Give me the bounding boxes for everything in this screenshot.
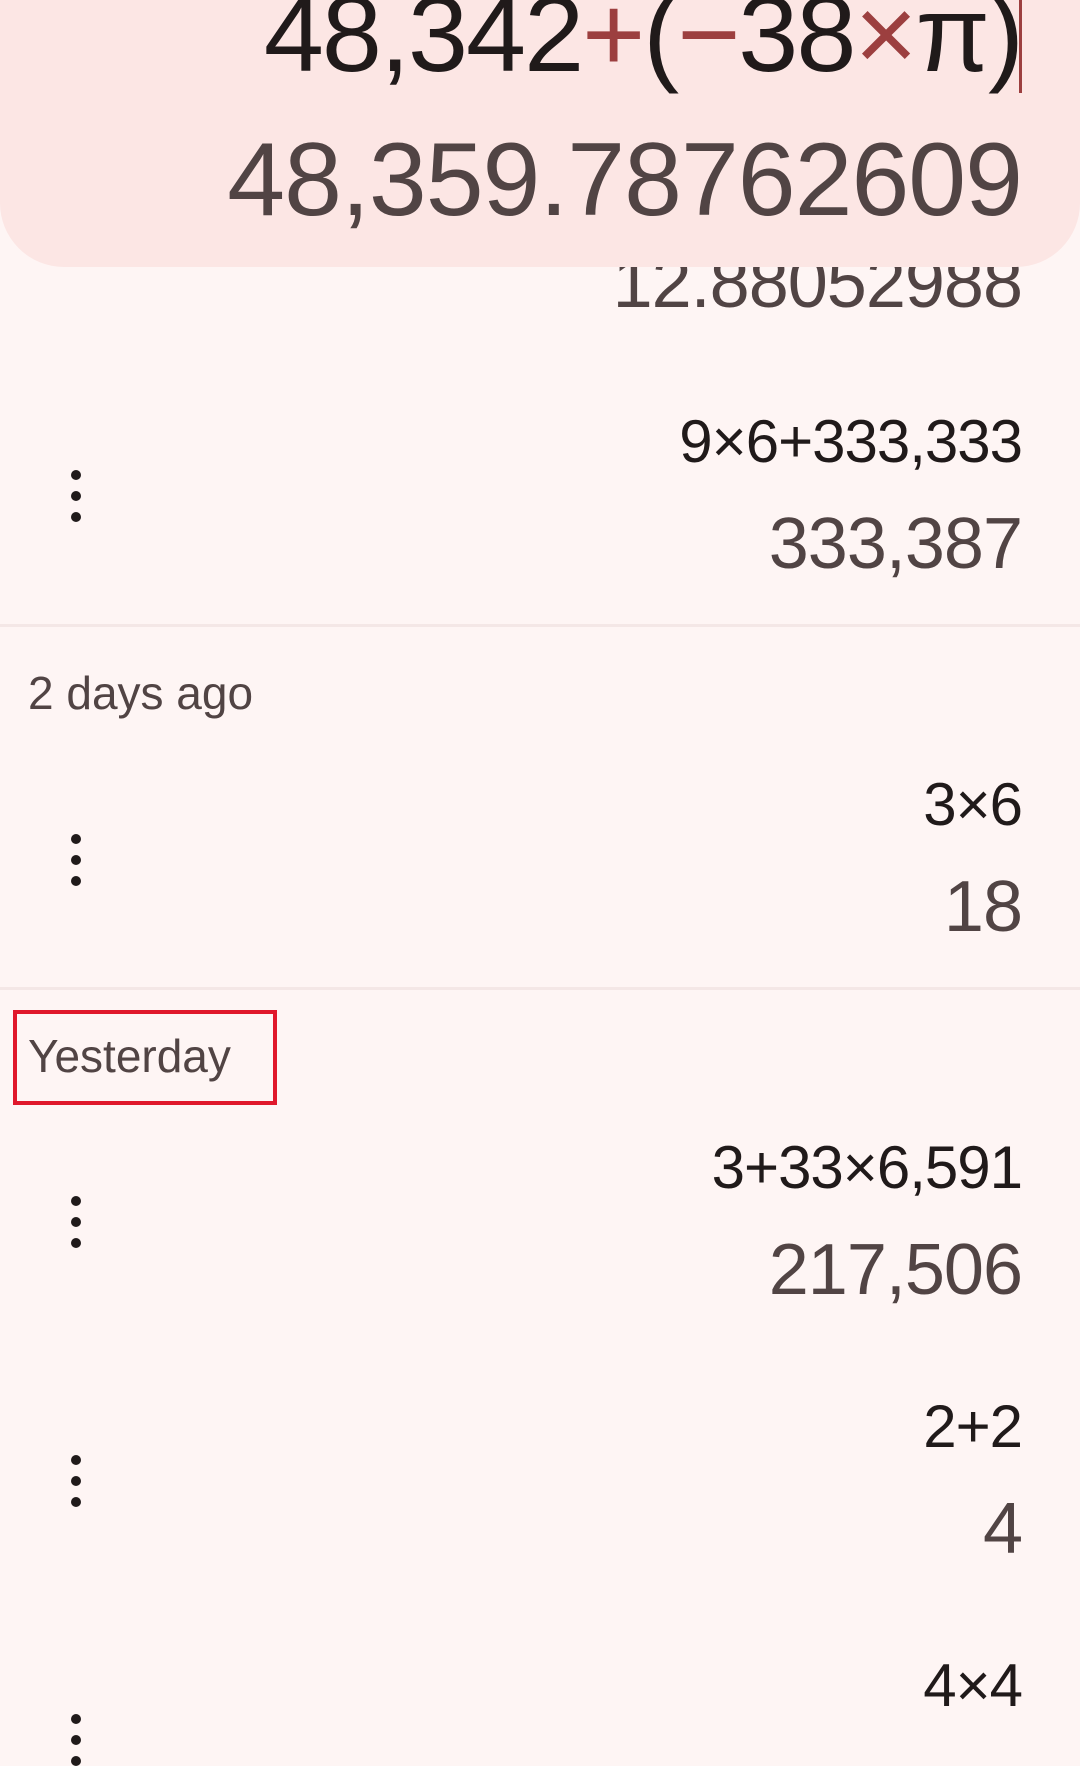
highlight-box: [13, 1010, 277, 1105]
formula-input[interactable]: 48,342+(−38×π): [264, 0, 1024, 88]
calculator-display: 48,342+(−38×π) 48,359.78762609: [0, 0, 1080, 267]
history-result: 18: [943, 867, 1023, 947]
formula-number: 48,342: [263, 0, 584, 94]
history-expression: 9×6+333,333: [679, 408, 1023, 475]
history-expression: 3×6: [923, 771, 1023, 838]
divider: [0, 624, 1080, 627]
more-vert-icon[interactable]: [64, 1455, 88, 1507]
history-expression: 3+33×6,591: [711, 1134, 1023, 1201]
text-cursor: [1019, 0, 1022, 93]
formula-number: 38: [738, 0, 856, 94]
minus-operator: −: [677, 0, 740, 94]
open-paren: (: [643, 0, 679, 94]
more-vert-icon[interactable]: [64, 1714, 88, 1766]
multiply-operator: ×: [854, 0, 917, 94]
history-result: 217,506: [768, 1230, 1023, 1310]
history-expression: 4×4: [923, 1652, 1023, 1719]
preview-result: 48,359.78762609: [227, 122, 1023, 238]
history-result: 4: [982, 1489, 1023, 1569]
more-vert-icon[interactable]: [64, 1196, 88, 1248]
plus-operator: +: [582, 0, 645, 94]
more-vert-icon[interactable]: [64, 834, 88, 886]
history-expression: 2+2: [923, 1393, 1023, 1460]
pi-close-paren: π): [915, 0, 1024, 94]
history-date-label: 2 days ago: [28, 667, 254, 719]
history-result: 333,387: [768, 504, 1023, 584]
divider: [0, 987, 1080, 990]
more-vert-icon[interactable]: [64, 470, 88, 522]
